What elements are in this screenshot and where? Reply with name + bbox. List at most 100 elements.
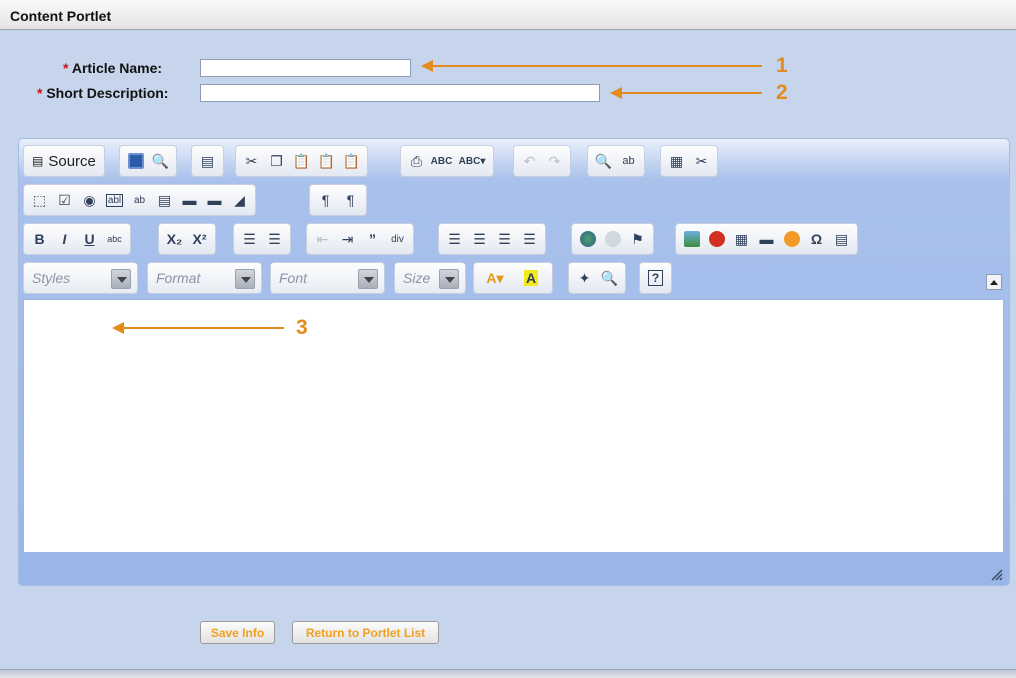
image-button-field-button[interactable]: ▬ — [203, 188, 226, 212]
smiley-button[interactable] — [780, 227, 803, 251]
portlet-title-bar: Content Portlet — [0, 0, 1016, 30]
chevron-down-icon — [111, 269, 131, 289]
redo-button[interactable]: ↷ — [543, 149, 566, 173]
underline-button[interactable]: U — [78, 227, 101, 251]
paste-text-button[interactable]: 📋 — [315, 149, 338, 173]
toolbar-group-undo: ↶ ↷ — [513, 145, 571, 177]
undo-icon: ↶ — [523, 152, 536, 169]
cut-button[interactable]: ✂ — [240, 149, 263, 173]
special-char-button[interactable]: Ω — [805, 227, 828, 251]
select-icon: ▤ — [157, 191, 172, 208]
bidi-ltr-button[interactable]: ¶ — [314, 188, 337, 212]
bg-color-button[interactable]: A — [514, 266, 548, 290]
print-button[interactable]: ⎙ — [405, 149, 428, 173]
select-all-button[interactable]: ▦ — [665, 149, 688, 173]
source-button[interactable]: ▤ Source — [28, 149, 100, 173]
return-to-portlet-list-button[interactable]: Return to Portlet List — [292, 621, 439, 644]
spellcheck-icon: ABC — [430, 155, 453, 167]
strike-button[interactable]: abc — [103, 227, 126, 251]
toolbar-group-find: 🔍 ab — [587, 145, 645, 177]
replace-icon: ab — [622, 155, 635, 167]
resize-grip-icon[interactable] — [986, 564, 1004, 582]
image-button[interactable] — [680, 227, 703, 251]
article-name-input[interactable] — [200, 59, 411, 77]
outdent-button[interactable]: ⇤ — [311, 227, 334, 251]
unlink-button[interactable] — [601, 227, 624, 251]
form-button[interactable]: ⬚ — [28, 188, 51, 212]
align-right-button[interactable]: ☰ — [493, 227, 516, 251]
indent-icon: ⇥ — [341, 230, 354, 247]
font-dropdown[interactable]: Font — [270, 262, 385, 294]
remove-format-button[interactable]: ✂ — [690, 149, 713, 173]
checkbox-icon: ☑ — [58, 191, 71, 208]
undo-button[interactable]: ↶ — [518, 149, 541, 173]
spellcheck-button[interactable]: ABC — [430, 149, 453, 173]
bidi-ltr-icon: ¶ — [321, 192, 330, 208]
bulleted-list-button[interactable]: ☰ — [263, 227, 286, 251]
horizontal-rule-button[interactable]: ▬ — [755, 227, 778, 251]
callout-number-1: 1 — [776, 54, 788, 77]
justify-button[interactable]: ☰ — [518, 227, 541, 251]
div-button[interactable]: div — [386, 227, 409, 251]
link-button[interactable] — [576, 227, 599, 251]
textarea-button[interactable]: ab — [128, 188, 151, 212]
flash-button[interactable] — [705, 227, 728, 251]
flash-icon — [708, 231, 725, 247]
subscript-button[interactable]: X₂ — [163, 227, 186, 251]
bidi-rtl-button[interactable]: ¶ — [339, 188, 362, 212]
page-break-icon: ▤ — [834, 230, 849, 247]
hidden-field-button[interactable]: ◢ — [228, 188, 251, 212]
blockquote-button[interactable]: ” — [361, 227, 384, 251]
about-button[interactable]: ? — [644, 266, 667, 290]
align-left-button[interactable]: ☰ — [443, 227, 466, 251]
styles-dropdown[interactable]: Styles — [23, 262, 138, 294]
italic-icon: I — [62, 231, 67, 247]
numbered-list-button[interactable]: ☰ — [238, 227, 261, 251]
find-button[interactable]: 🔍 — [592, 149, 615, 173]
radio-icon: ◉ — [83, 191, 96, 208]
superscript-icon: X² — [192, 231, 207, 247]
editor-content-area[interactable] — [23, 299, 1004, 553]
special-char-icon: Ω — [810, 231, 823, 247]
source-label: Source — [48, 152, 96, 170]
preview-button[interactable]: 🔍 — [149, 149, 172, 173]
page-break-button[interactable]: ▤ — [830, 227, 853, 251]
collapse-toolbar-button[interactable] — [986, 274, 1002, 290]
bold-button[interactable]: B — [28, 227, 51, 251]
table-button[interactable]: ▦ — [730, 227, 753, 251]
spellcheck-as-you-type-button[interactable]: ABC▾ — [455, 149, 489, 173]
toolbar-group-print: ⎙ ABC ABC▾ — [400, 145, 494, 177]
bulleted-list-icon: ☰ — [268, 230, 281, 247]
format-dropdown[interactable]: Format — [147, 262, 262, 294]
paste-text-icon: 📋 — [317, 152, 336, 169]
show-blocks-button[interactable]: 🔍 — [598, 266, 621, 290]
button-field-button[interactable]: ▬ — [178, 188, 201, 212]
templates-button[interactable]: ▤ — [196, 149, 219, 173]
toolbar-group-script: X₂ X² — [158, 223, 216, 255]
superscript-button[interactable]: X² — [188, 227, 211, 251]
justify-icon: ☰ — [523, 230, 536, 247]
maximize-button[interactable]: ✦ — [573, 266, 596, 290]
paste-button[interactable]: 📋 — [290, 149, 313, 173]
replace-button[interactable]: ab — [617, 149, 640, 173]
remove-format-icon: ✂ — [695, 152, 708, 169]
anchor-button[interactable]: ⚑ — [626, 227, 649, 251]
textfield-button[interactable]: abl — [103, 188, 126, 212]
copy-button[interactable]: ❐ — [265, 149, 288, 173]
save-button[interactable] — [124, 149, 147, 173]
size-dropdown[interactable]: Size — [394, 262, 466, 294]
select-field-button[interactable]: ▤ — [153, 188, 176, 212]
toolbar-group-tools: ✦ 🔍 — [568, 262, 626, 294]
radio-button[interactable]: ◉ — [78, 188, 101, 212]
image-button-icon: ▬ — [207, 192, 222, 208]
text-color-button[interactable]: A▾ — [478, 266, 512, 290]
footer-divider — [0, 669, 1016, 678]
indent-button[interactable]: ⇥ — [336, 227, 359, 251]
align-center-button[interactable]: ☰ — [468, 227, 491, 251]
chevron-down-icon — [439, 269, 459, 289]
save-info-button[interactable]: Save Info — [200, 621, 275, 644]
checkbox-button[interactable]: ☑ — [53, 188, 76, 212]
paste-word-button[interactable]: 📋 — [340, 149, 363, 173]
italic-button[interactable]: I — [53, 227, 76, 251]
short-description-input[interactable] — [200, 84, 600, 102]
